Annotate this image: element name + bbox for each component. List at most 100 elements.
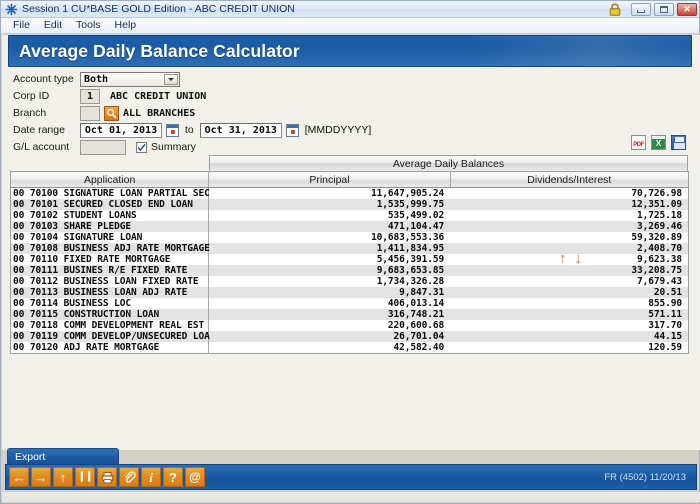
gl-account-input[interactable] (80, 140, 126, 155)
col-header-principal[interactable]: Principal (209, 172, 450, 188)
table-row[interactable]: 00 70110 FIXED RATE MORTGAGE 5,456,391.5… (11, 254, 689, 265)
summary-label: Summary (151, 141, 196, 153)
padlock-icon[interactable] (608, 3, 622, 16)
cell-dividends: 571.11 (450, 309, 688, 320)
cell-application: 00 70120 ADJ RATE MORTGAGE (11, 342, 209, 354)
forward-button[interactable]: → (31, 467, 51, 487)
menu-item-help[interactable]: Help (108, 18, 144, 33)
table-row[interactable]: 00 70111 BUSINES R/E FIXED RATE 9,683,65… (11, 265, 689, 276)
corp-id-label: Corp ID (13, 90, 80, 102)
cell-application: 00 70111 BUSINES R/E FIXED RATE (11, 265, 209, 276)
form-row-gl-account: G/L account Summary (2, 139, 700, 155)
date-to-input[interactable]: Oct 31, 2013 (200, 123, 282, 138)
chevron-down-icon[interactable] (164, 74, 178, 85)
date-format-hint: [MMDDYYYY] (305, 124, 372, 136)
balances-table: Application Principal Dividends/Interest… (10, 171, 689, 354)
summary-checkbox[interactable] (136, 142, 147, 153)
arrow-down-icon[interactable]: ↓ (575, 251, 583, 266)
attach-button[interactable] (119, 467, 139, 487)
minimize-button[interactable] (631, 3, 651, 16)
export-icon-group: PDF X (631, 135, 686, 150)
menu-item-edit[interactable]: Edit (37, 18, 69, 33)
filter-form: Account type Both Corp ID 1 ABC CREDIT U… (2, 71, 700, 156)
cell-application: 00 70113 BUSINESS LOAN ADJ RATE (11, 287, 209, 298)
cell-dividends: 120.59 (450, 342, 688, 354)
table-row[interactable]: 00 70112 BUSINESS LOAN FIXED RATE 1,734,… (11, 276, 689, 287)
date-from-input[interactable]: Oct 01, 2013 (80, 123, 162, 138)
cell-application: 00 70114 BUSINESS LOC (11, 298, 209, 309)
account-type-label: Account type (13, 73, 80, 85)
cubase-star-icon (5, 3, 18, 16)
cell-dividends: 855.90 (450, 298, 688, 309)
cell-dividends: 33,208.75 (450, 265, 688, 276)
cell-principal: 5,456,391.59 (209, 254, 450, 265)
table-row[interactable]: 00 70114 BUSINESS LOC 406,013.14 855.90 (11, 298, 689, 309)
table-row[interactable]: 00 70120 ADJ RATE MORTGAGE 42,582.40 120… (11, 342, 689, 354)
branch-input[interactable] (80, 106, 100, 121)
form-row-account-type: Account type Both (2, 71, 700, 87)
back-button[interactable]: ← (9, 467, 29, 487)
cell-principal: 406,013.14 (209, 298, 450, 309)
col-header-application[interactable]: Application (11, 172, 209, 188)
help-button[interactable]: ? (163, 467, 183, 487)
account-type-select[interactable]: Both (80, 72, 180, 87)
table-row[interactable]: 00 70118 COMM DEVELOPMENT REAL EST 220,6… (11, 320, 689, 331)
menu-item-file[interactable]: File (6, 18, 37, 33)
pause-button[interactable]: ❙❙ (75, 467, 95, 487)
results-grid: Average Daily Balances Application Princ… (10, 155, 689, 354)
date-range-separator: to (185, 124, 194, 136)
tab-export[interactable]: Export (7, 448, 119, 464)
save-icon[interactable] (671, 135, 686, 150)
window-bottom-edge (2, 492, 700, 502)
table-row[interactable]: 00 70102 STUDENT LOANS 535,499.02 1,725.… (11, 210, 689, 221)
info-button[interactable]: i (141, 467, 161, 487)
table-body: 00 70100 SIGNATURE LOAN PARTIAL SEC 11,6… (11, 188, 689, 354)
menu-item-tools[interactable]: Tools (69, 18, 108, 33)
function-key-bar: ← → ↑ ❙❙ i ? @ FR (4502) 11/20/13 (5, 464, 697, 490)
page-header-band: Average Daily Balance Calculator (8, 35, 692, 67)
cell-application: 00 70104 SIGNATURE LOAN (11, 232, 209, 243)
table-row[interactable]: 00 70115 CONSTRUCTION LOAN 316,748.21 57… (11, 309, 689, 320)
cell-application: 00 70100 SIGNATURE LOAN PARTIAL SEC (11, 188, 209, 200)
form-row-corp-id: Corp ID 1 ABC CREDIT UNION (2, 88, 700, 104)
table-row[interactable]: 00 70113 BUSINESS LOAN ADJ RATE 9,847.31… (11, 287, 689, 298)
table-row[interactable]: 00 70103 SHARE PLEDGE 471,104.47 3,269.4… (11, 221, 689, 232)
window-controls: ✕ (608, 3, 697, 16)
col-header-dividends[interactable]: Dividends/Interest (450, 172, 688, 188)
export-excel-icon[interactable]: X (651, 135, 666, 150)
maximize-button[interactable] (654, 3, 674, 16)
corp-id-description: ABC CREDIT UNION (110, 91, 206, 102)
cell-principal: 316,748.21 (209, 309, 450, 320)
corp-id-input[interactable]: 1 (80, 89, 100, 104)
cell-principal: 26,701.04 (209, 331, 450, 342)
title-bar: Session 1 CU*BASE GOLD Edition - ABC CRE… (1, 1, 699, 18)
export-pdf-icon[interactable]: PDF (631, 135, 646, 150)
form-row-date-range: Date range Oct 01, 2013 to Oct 31, 2013 … (2, 122, 700, 138)
summary-checkbox-wrap[interactable]: Summary (136, 141, 196, 153)
table-head: Application Principal Dividends/Interest (11, 172, 689, 188)
cell-application: 00 70115 CONSTRUCTION LOAN (11, 309, 209, 320)
cell-dividends: 317.70 (450, 320, 688, 331)
table-row[interactable]: 00 70104 SIGNATURE LOAN 10,683,553.36 59… (11, 232, 689, 243)
magnifier-icon[interactable] (104, 106, 119, 121)
close-button[interactable]: ✕ (677, 3, 697, 16)
account-type-value: Both (84, 73, 108, 86)
gl-account-label: G/L account (13, 141, 80, 153)
table-row[interactable]: 00 70108 BUSINESS ADJ RATE MORTGAGE 1,41… (11, 243, 689, 254)
arrow-up-icon[interactable]: ↑ (559, 251, 567, 266)
print-button[interactable] (97, 467, 117, 487)
cell-principal: 471,104.47 (209, 221, 450, 232)
calendar-icon-to[interactable] (286, 124, 299, 137)
cell-dividends: 3,269.46 (450, 221, 688, 232)
table-row[interactable]: 00 70101 SECURED CLOSED END LOAN 1,535,9… (11, 199, 689, 210)
date-range-label: Date range (13, 124, 80, 136)
calendar-icon-from[interactable] (166, 124, 179, 137)
cell-principal: 535,499.02 (209, 210, 450, 221)
at-button[interactable]: @ (185, 467, 205, 487)
cell-principal: 10,683,553.36 (209, 232, 450, 243)
cell-application: 00 70108 BUSINESS ADJ RATE MORTGAGE (11, 243, 209, 254)
up-button[interactable]: ↑ (53, 467, 73, 487)
window-title: Session 1 CU*BASE GOLD Edition - ABC CRE… (22, 3, 608, 15)
table-row[interactable]: 00 70100 SIGNATURE LOAN PARTIAL SEC 11,6… (11, 188, 689, 200)
table-row[interactable]: 00 70119 COMM DEVELOP/UNSECURED LOA 26,7… (11, 331, 689, 342)
